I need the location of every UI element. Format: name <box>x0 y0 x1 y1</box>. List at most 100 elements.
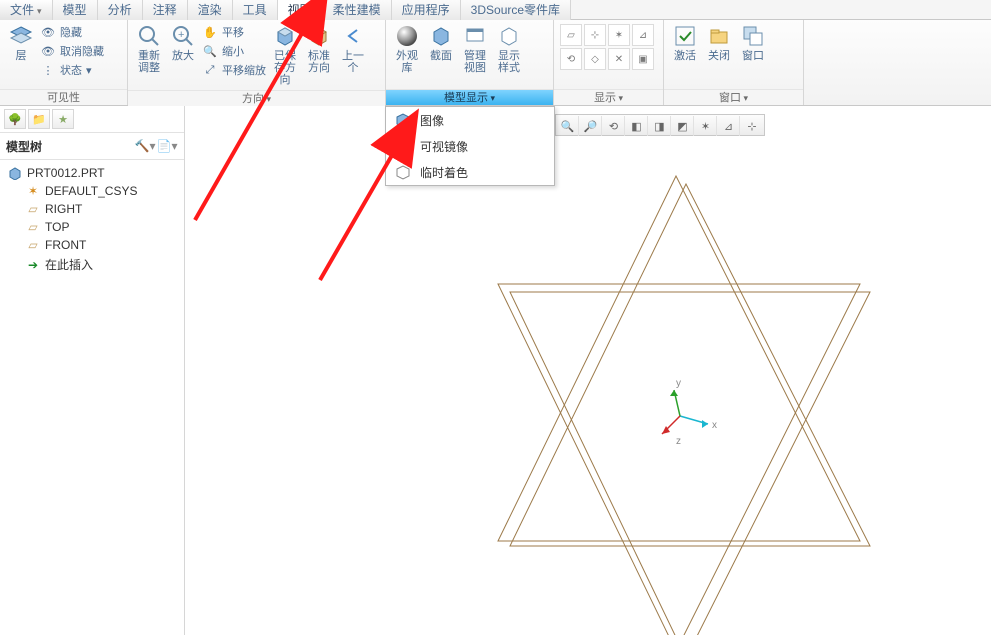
tab-render[interactable]: 渲染 <box>188 0 233 20</box>
tree-insert[interactable]: ➔ 在此插入 <box>0 254 184 275</box>
close-button[interactable]: 关闭 <box>702 22 736 64</box>
sidebar: 🌳 📁 ★ 模型树 🔨▾ 📄▾ PRT0012.PRT ✶ DEFAULT_CS… <box>0 106 185 635</box>
prevview-button[interactable]: 上一个 <box>336 22 370 76</box>
stdview-button[interactable]: 标准方向 <box>302 22 336 76</box>
tree-front[interactable]: ▱ FRONT <box>0 236 184 254</box>
sidebar-title: 模型树 <box>6 138 42 155</box>
zoomin-button[interactable]: + 放大 <box>166 22 200 64</box>
eye-icon: 👁 <box>40 43 56 59</box>
tab-analyze[interactable]: 分析 <box>98 0 143 20</box>
model-display-dropdown: 图像 可视镜像 临时着色 <box>385 106 555 186</box>
canvas-zoomfit-icon[interactable]: 🔍 <box>557 116 579 136</box>
sidebar-tab-tree[interactable]: 🌳 <box>4 109 26 129</box>
window-button[interactable]: 窗口 <box>736 22 770 64</box>
sidebar-header: 模型树 🔨▾ 📄▾ <box>0 133 184 160</box>
viewmgr-button[interactable]: 管理视图 <box>458 22 492 76</box>
show-misc1-icon[interactable]: ✕ <box>608 48 630 70</box>
dd-temp[interactable]: 临时着色 <box>386 159 554 185</box>
plane-icon: ▱ <box>26 220 40 234</box>
sidebar-tab-folder[interactable]: 📁 <box>28 109 50 129</box>
canvas-cube2-icon[interactable]: ◨ <box>649 116 671 136</box>
layer-icon <box>9 24 33 48</box>
unhide-button[interactable]: 👁取消隐藏 <box>40 43 104 59</box>
zoom-in-icon: + <box>171 24 195 48</box>
tree-part[interactable]: PRT0012.PRT <box>0 164 184 182</box>
group-visibility: 层 👁隐藏 👁取消隐藏 ⋮状态▾ 可见性 <box>0 20 128 105</box>
check-icon <box>673 24 697 48</box>
cube-style-icon <box>497 24 521 48</box>
magnifier-icon <box>137 24 161 48</box>
sidebar-tab-star[interactable]: ★ <box>52 109 74 129</box>
main-area: 🌳 📁 ★ 模型树 🔨▾ 📄▾ PRT0012.PRT ✶ DEFAULT_CS… <box>0 106 991 635</box>
dd-visual[interactable]: 可视镜像 <box>386 133 554 159</box>
show-csys-icon[interactable]: ⊿ <box>632 24 654 46</box>
tab-file[interactable]: 文件 <box>0 0 53 20</box>
tree-csys[interactable]: ✶ DEFAULT_CSYS <box>0 182 184 200</box>
canvas-toolbar: 🔍 🔎 ⟲ ◧ ◨ ◩ ✶ ⊿ ⊹ <box>555 114 765 136</box>
pan-button[interactable]: ✋平移 <box>202 24 266 40</box>
canvas-annot-icon[interactable]: ⊿ <box>718 116 740 136</box>
tab-annotate[interactable]: 注释 <box>143 0 188 20</box>
sidebar-tabs: 🌳 📁 ★ <box>0 106 184 133</box>
dd-image[interactable]: 图像 <box>386 107 554 133</box>
mirror-icon <box>394 137 412 155</box>
show-point-icon[interactable]: ✶ <box>608 24 630 46</box>
section-icon <box>429 24 453 48</box>
tab-3dsource[interactable]: 3DSource零件库 <box>461 0 571 20</box>
refit-button[interactable]: 重新调整 <box>132 22 166 76</box>
dispstyle-button[interactable]: 显示样式 <box>492 22 526 76</box>
group-orientation: 重新调整 + 放大 ✋平移 🔍缩小 ⤢平移缩放 已保存方向 标准方向 上一个 <box>128 20 386 105</box>
hide-button[interactable]: 👁隐藏 <box>40 24 104 40</box>
activate-button[interactable]: 激活 <box>668 22 702 64</box>
image-icon <box>394 111 412 129</box>
canvas-axis-icon[interactable]: ⊹ <box>741 116 763 136</box>
show-plane-icon[interactable]: ▱ <box>560 24 582 46</box>
tab-tools[interactable]: 工具 <box>233 0 278 20</box>
canvas-cube3-icon[interactable]: ◩ <box>672 116 694 136</box>
part-icon <box>8 166 22 180</box>
show-datum-icon[interactable]: ◇ <box>584 48 606 70</box>
viewmgr-icon <box>463 24 487 48</box>
tree-right[interactable]: ▱ RIGHT <box>0 200 184 218</box>
show-misc2-icon[interactable]: ▣ <box>632 48 654 70</box>
svg-text:+: + <box>178 29 184 41</box>
zoom-out-icon: 🔍 <box>202 43 218 59</box>
show-icon-grid: ▱ ⊹ ✶ ⊿ ⟲ ◇ ✕ ▣ <box>558 22 656 72</box>
status-button[interactable]: ⋮状态▾ <box>40 62 104 78</box>
canvas-cube1-icon[interactable]: ◧ <box>626 116 648 136</box>
tab-view[interactable]: 视图 <box>278 0 323 20</box>
canvas-zoomout-icon[interactable]: 🔎 <box>580 116 602 136</box>
tab-model[interactable]: 模型 <box>53 0 98 20</box>
model-tree: PRT0012.PRT ✶ DEFAULT_CSYS ▱ RIGHT ▱ TOP… <box>0 160 184 279</box>
plane-icon: ▱ <box>26 238 40 252</box>
canvas[interactable]: 🔍 🔎 ⟲ ◧ ◨ ◩ ✶ ⊿ ⊹ 图像 可视镜像 临时着色 <box>185 106 991 635</box>
ribbon: 层 👁隐藏 👁取消隐藏 ⋮状态▾ 可见性 重新调整 + 放大 ✋平移 🔍缩小 <box>0 20 991 106</box>
canvas-refit-icon[interactable]: ⟲ <box>603 116 625 136</box>
show-annot-icon[interactable]: ⟲ <box>560 48 582 70</box>
tab-flex[interactable]: 柔性建模 <box>323 0 392 20</box>
zoomout-button[interactable]: 🔍缩小 <box>202 43 266 59</box>
sidebar-tool-page[interactable]: 📄▾ <box>156 137 178 155</box>
windows-icon <box>741 24 765 48</box>
group-show: ▱ ⊹ ✶ ⊿ ⟲ ◇ ✕ ▣ 显示 <box>554 20 664 105</box>
axis-z-label: z <box>676 436 681 447</box>
group-display: 外观库 截面 管理视图 显示样式 模型显示 <box>386 20 554 105</box>
appearance-button[interactable]: 外观库 <box>390 22 424 76</box>
savedview-button[interactable]: 已保存方向 <box>268 22 302 88</box>
tab-apps[interactable]: 应用程序 <box>392 0 461 20</box>
axis-x-label: x <box>712 420 717 431</box>
group-show-label: 显示 <box>554 89 663 105</box>
tree-top[interactable]: ▱ TOP <box>0 218 184 236</box>
sidebar-tool-hammer[interactable]: 🔨▾ <box>134 137 156 155</box>
show-axis-icon[interactable]: ⊹ <box>584 24 606 46</box>
plane-icon: ▱ <box>26 202 40 216</box>
section-button[interactable]: 截面 <box>424 22 458 64</box>
panzoom-button[interactable]: ⤢平移缩放 <box>202 62 266 78</box>
cube-saved-icon <box>273 24 297 48</box>
cube-std-icon <box>307 24 331 48</box>
layer-button[interactable]: 层 <box>4 22 38 64</box>
group-display-label[interactable]: 模型显示 <box>386 89 553 105</box>
eye-off-icon: 👁 <box>40 24 56 40</box>
menu-tabstrip: 文件 模型 分析 注释 渲染 工具 视图 柔性建模 应用程序 3DSource零… <box>0 0 991 20</box>
canvas-csys-icon[interactable]: ✶ <box>695 116 717 136</box>
